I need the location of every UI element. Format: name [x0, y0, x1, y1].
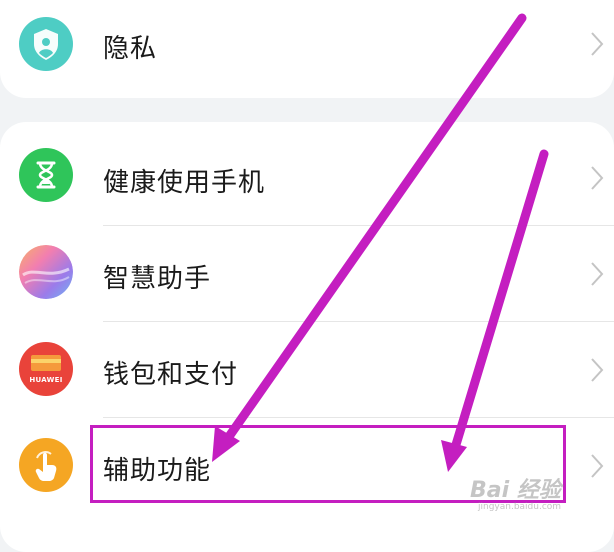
- wallet-icon-text: HUAWEI: [29, 376, 63, 384]
- privacy-shield-icon: [19, 17, 73, 71]
- chevron-right-icon: [591, 358, 604, 382]
- settings-item-label: 健康使用手机: [103, 168, 266, 198]
- chevron-right-icon: [591, 166, 604, 190]
- hourglass-icon: [19, 148, 73, 202]
- baidu-watermark: Bai 经验 jingyan.baidu.com: [470, 470, 600, 520]
- wallet-icon: HUAWEI: [19, 342, 73, 396]
- tap-hand-icon: [19, 438, 73, 492]
- watermark-sub-text: jingyan.baidu.com: [478, 502, 562, 512]
- chevron-right-icon: [591, 262, 604, 286]
- settings-item-label: 智慧助手: [103, 264, 212, 294]
- settings-item-label: 钱包和支付: [103, 360, 239, 390]
- chevron-right-icon: [591, 32, 604, 56]
- watermark-main-text: Bai 经验: [470, 478, 561, 503]
- settings-item-label: 隐私: [103, 34, 158, 64]
- settings-item-wallet[interactable]: HUAWEI 钱包和支付: [0, 322, 614, 418]
- settings-item-digital-balance[interactable]: 健康使用手机: [0, 130, 614, 226]
- settings-item-assistant[interactable]: 智慧助手: [0, 226, 614, 322]
- settings-item-privacy[interactable]: 隐私: [0, 0, 614, 92]
- assistant-icon: [19, 245, 73, 299]
